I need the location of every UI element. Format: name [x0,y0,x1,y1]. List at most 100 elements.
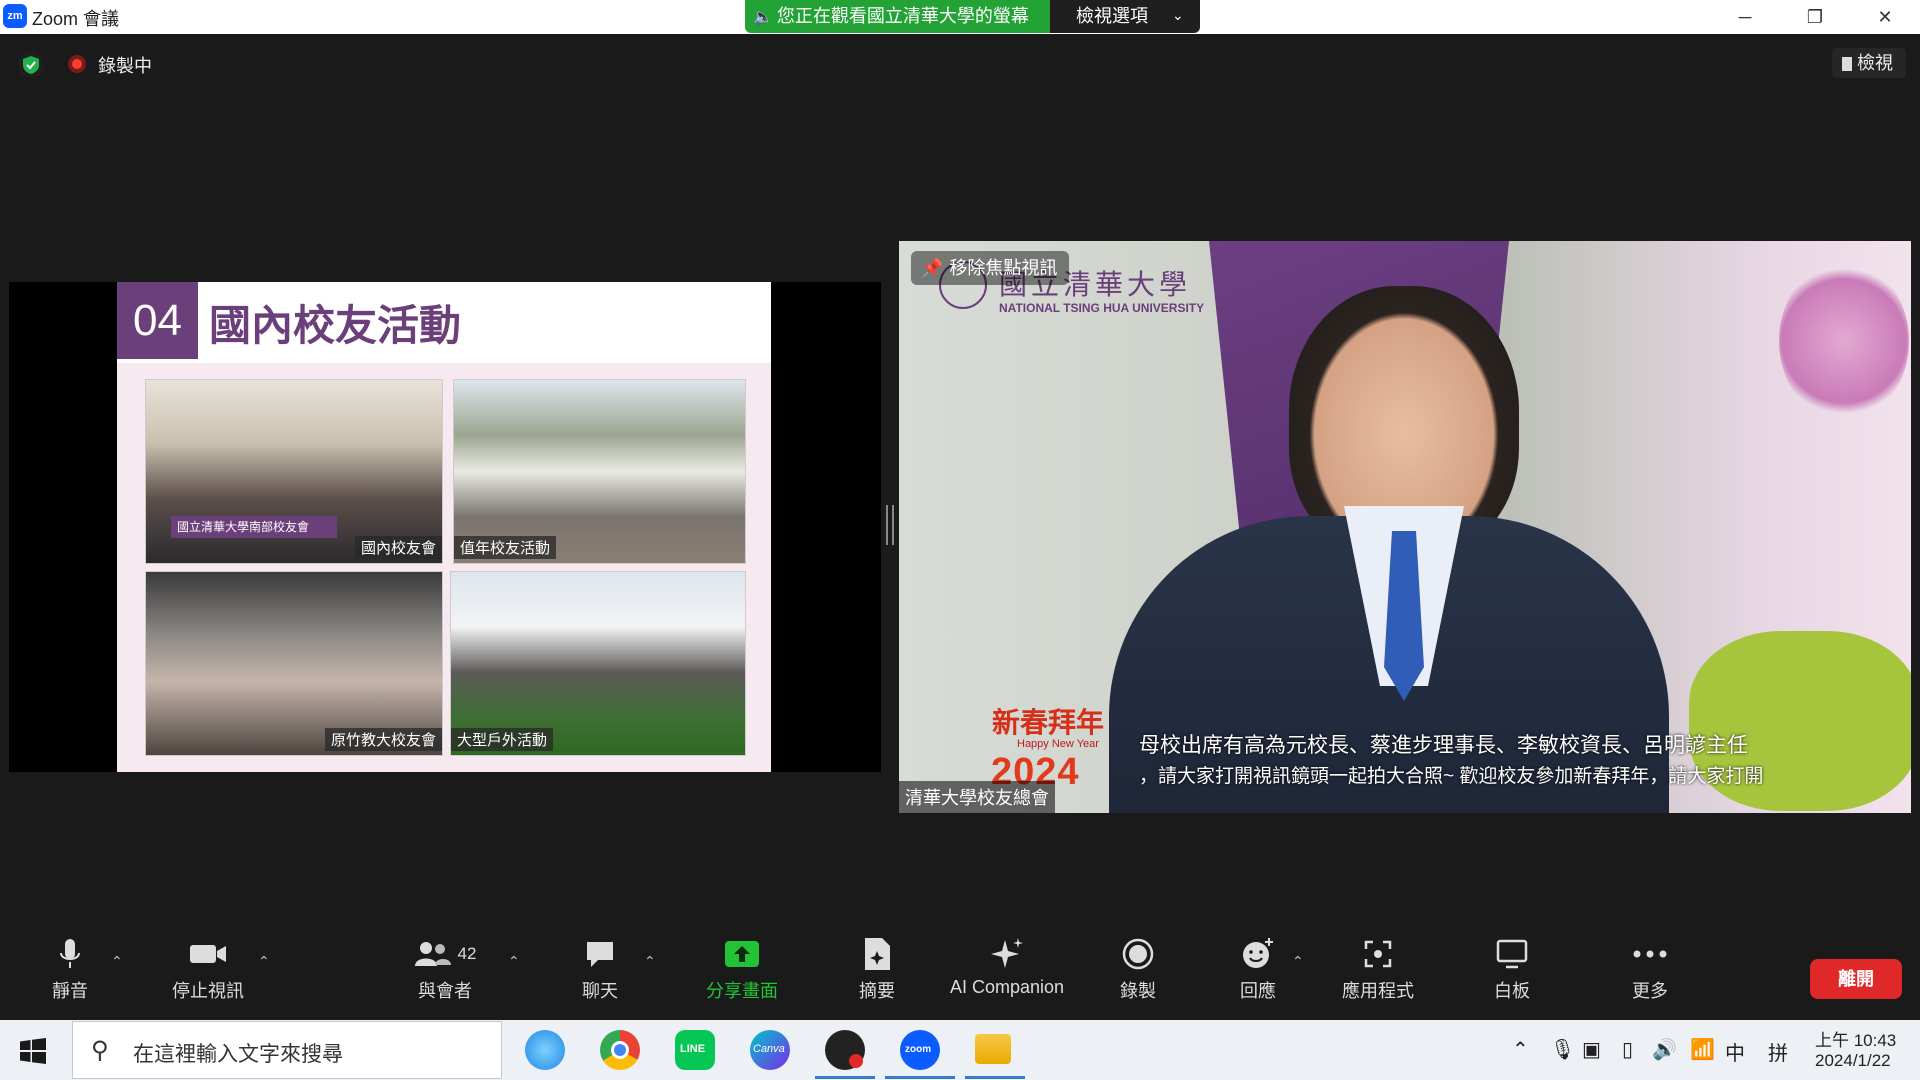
cny-subtitle: Happy New Year [1017,738,1099,750]
recording-icon [68,55,86,73]
recording-label[interactable]: 錄製中 [98,52,152,78]
remove-spotlight-button[interactable]: 📌 移除焦點視訊 [911,251,1069,285]
participants-label: 與會者 [418,981,472,1001]
show-hidden-icons-chevron-icon[interactable]: ⌃ [1512,1037,1529,1062]
ai-companion-button[interactable]: AI Companion [945,935,1069,998]
chevron-down-icon: ⌄ [1172,7,1184,23]
zoom-active-indicator [885,1076,955,1079]
ai-companion-label: AI Companion [949,977,1065,997]
photo-outdoor-event: 大型戶外活動 [450,571,746,756]
participant-name-label: 清華大學校友總會 [899,781,1055,813]
record-icon [1110,935,1166,973]
chat-options-chevron-icon[interactable]: ⌃ [644,953,656,970]
record-button[interactable]: 錄製 [1110,935,1166,1003]
summary-button[interactable]: 摘要 [850,935,904,1003]
whiteboard-button[interactable]: 白板 [1490,935,1534,1003]
whiteboard-icon [1490,935,1534,973]
participants-count: 42 [457,944,477,963]
search-placeholder: 在這裡輸入文字來搜尋 [133,1043,343,1066]
obs-active-indicator [815,1076,875,1079]
slide-number: 04 [117,282,198,359]
share-screen-label: 分享畫面 [706,981,778,1001]
chat-bubble-icon [575,935,625,973]
caption-line-2: ，請大家打開視訊鏡頭一起拍大合照~ 歡迎校友參加新春拜年，請大家打開 [1139,766,1764,787]
share-banner-text: 您正在觀看國立清華大學的螢幕 [776,6,1029,26]
ime-language-indicator[interactable]: 中 [1725,1037,1745,1066]
video-camera-icon [165,935,251,973]
remove-spotlight-label: 移除焦點視訊 [949,258,1058,278]
windows-taskbar: ⚲ 在這裡輸入文字來搜尋 LINE Canva zoom ⌃ 🎙 ▣ ▯ 🔊 📶… [0,1020,1920,1080]
reactions-button[interactable]: 回應 [1230,935,1286,1003]
view-options-button[interactable]: 檢視選項 ⌄ [1050,0,1200,33]
taskbar-clock-time[interactable]: 上午 10:43 [1815,1026,1896,1051]
participants-button[interactable]: 42 與會者 [400,935,490,1003]
internet-explorer-icon[interactable] [525,1030,565,1070]
pin-icon: 📌 [921,258,944,278]
wifi-icon[interactable]: 📶 [1690,1037,1715,1062]
zoom-icon[interactable]: zoom [900,1030,940,1070]
file-explorer-icon[interactable] [975,1034,1011,1064]
mute-button[interactable]: 靜音 [40,935,100,1003]
cny-title: 新春拜年 [992,707,1105,738]
caption-line-1: 母校出席有高為元校長、蔡進步理事長、李敏校資長、呂明諺主任 [1139,734,1748,757]
view-button[interactable]: 檢視 [1832,48,1906,78]
stop-video-button[interactable]: 停止視訊 [165,935,251,1003]
share-screen-button[interactable]: 分享畫面 [700,935,784,1003]
video-options-chevron-icon[interactable]: ⌃ [258,953,270,970]
share-screen-icon [700,935,784,973]
obs-icon[interactable] [825,1030,865,1070]
zoom-icon-text: zoom [905,1044,932,1055]
photo-reunion-event: 值年校友活動 [453,379,746,564]
photo-caption: 原竹教大校友會 [324,728,442,751]
reactions-options-chevron-icon[interactable]: ⌃ [1292,953,1304,970]
microphone-icon [40,935,100,973]
reactions-label: 回應 [1240,981,1276,1001]
smiley-plus-icon [1230,935,1286,973]
taskbar-clock-date[interactable]: 2024/1/22 [1815,1051,1891,1071]
line-icon[interactable]: LINE [675,1030,715,1070]
battery-tray-icon[interactable]: ▯ [1622,1037,1633,1062]
close-button[interactable]: ✕ [1850,0,1920,34]
university-logo-english: NATIONAL TSING HUA UNIVERSITY [999,301,1205,315]
slide-title: 國內校友活動 [209,302,462,349]
splitter-handle[interactable] [886,505,894,545]
canva-icon-text: Canva [753,1043,785,1055]
sparkle-icon [945,935,1069,973]
display-tray-icon[interactable]: ▣ [1582,1037,1601,1062]
more-label: 更多 [1632,981,1668,1001]
security-shield-icon[interactable] [18,52,44,78]
windows-start-icon[interactable] [20,1038,46,1069]
speaker-icon: 🔈 [753,9,773,26]
restore-button[interactable]: ❐ [1780,0,1850,34]
more-button[interactable]: 更多 [1625,935,1675,1003]
flower-decoration [1779,261,1909,421]
screen-share-banner: 🔈 您正在觀看國立清華大學的螢幕 [745,0,1050,33]
volume-icon[interactable]: 🔊 [1652,1037,1677,1062]
more-dots-icon [1625,935,1675,973]
photo-caption: 國內校友會 [354,536,442,559]
summary-label: 摘要 [859,981,895,1001]
view-button-label: 檢視 [1857,53,1893,73]
taskbar-search-box[interactable]: ⚲ 在這裡輸入文字來搜尋 [72,1021,502,1079]
banner-sign-text: 國立清華大學南部校友會 [171,516,337,538]
leave-button[interactable]: 離開 [1810,959,1902,999]
view-options-label: 檢視選項 [1076,6,1148,26]
audio-options-chevron-icon[interactable]: ⌃ [111,953,123,970]
chrome-icon[interactable] [600,1030,640,1070]
canva-icon[interactable]: Canva [750,1030,790,1070]
photo-caption: 值年校友活動 [454,536,557,559]
ime-mode-indicator[interactable]: 拼 [1768,1037,1788,1066]
microphone-tray-icon[interactable]: 🎙 [1550,1037,1575,1062]
minimize-button[interactable]: ─ [1710,0,1780,34]
stop-video-label: 停止視訊 [172,981,244,1001]
participants-options-chevron-icon[interactable]: ⌃ [508,953,520,970]
meeting-toolbar: 靜音 ⌃ 停止視訊 ⌃ 42 與會者 ⌃ 聊天 ⌃ 分享畫面 摘要 AI Com… [0,935,1920,1020]
mute-label: 靜音 [52,981,88,1001]
apps-button[interactable]: 應用程式 [1335,935,1421,1003]
speaker-video[interactable]: 國立清華大學 NATIONAL TSING HUA UNIVERSITY 📌 移除… [899,241,1911,813]
photo-caption: 大型戶外活動 [451,728,554,751]
apps-label: 應用程式 [1342,981,1414,1001]
chat-button[interactable]: 聊天 [575,935,625,1003]
explorer-active-indicator [965,1076,1025,1079]
search-icon: ⚲ [91,1037,109,1064]
